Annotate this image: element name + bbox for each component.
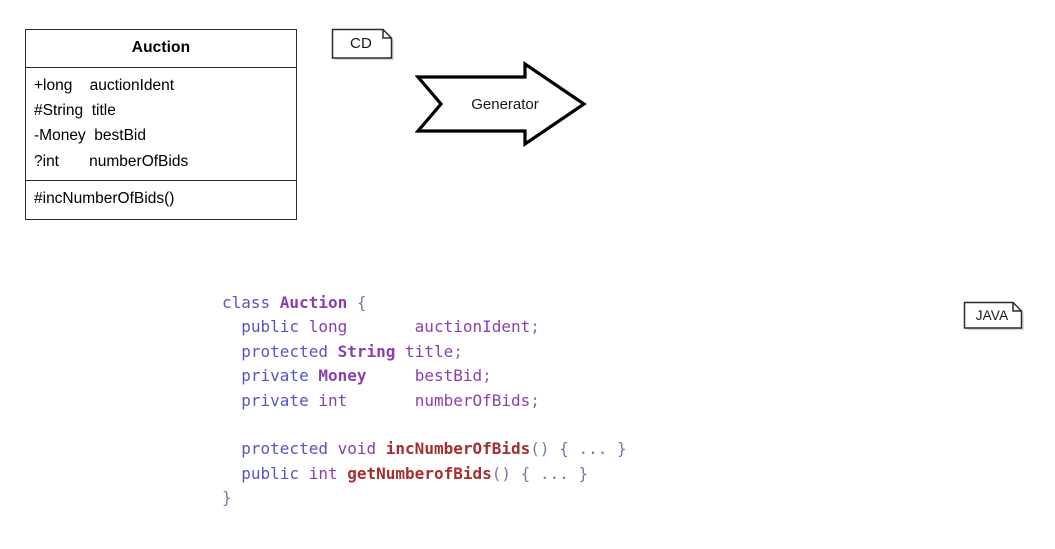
uml-attribute-row: -Money bestBid — [34, 127, 146, 145]
diagram-canvas: Auction +long auctionIdent #String title -… — [0, 0, 1055, 549]
code-token-class: Auction — [279, 293, 348, 312]
code-line: private Money bestBid; — [222, 364, 627, 388]
uml-attributes-compartment: +long auctionIdent #String title -Money be… — [26, 68, 296, 181]
code-token-type: void — [337, 439, 377, 459]
code-token-type: long — [308, 317, 348, 337]
java-code-listing: class Auction { public long auctionIdent… — [222, 291, 627, 511]
code-token-mod: protected — [241, 341, 328, 361]
uml-attribute-row: ?int numberOfBids — [34, 152, 189, 170]
code-token-method: incNumberOfBids — [385, 439, 531, 459]
source-model-badge: CD — [330, 27, 394, 61]
code-line: public int getNumberofBids() { ... } — [222, 462, 627, 486]
code-line: } — [222, 486, 627, 510]
uml-operations-compartment: #incNumberOfBids() — [26, 181, 296, 219]
code-token-ident: title — [405, 341, 454, 361]
code-token-ident: numberOfBids — [414, 390, 531, 410]
code-token-mod: private — [241, 390, 309, 410]
code-token-punct: } — [222, 488, 232, 508]
code-token-ident: bestBid — [414, 366, 483, 386]
code-token-punct: () { ... } — [530, 439, 627, 459]
code-token-punct: ; — [530, 317, 540, 337]
uml-attribute-row: +long auctionIdent — [34, 76, 175, 94]
code-line: protected void incNumberOfBids() { ... } — [222, 437, 627, 461]
uml-class-name: Auction — [26, 30, 296, 68]
code-token-punct: () { ... } — [491, 463, 589, 483]
target-language-badge: JAVA — [962, 300, 1024, 331]
code-line: class Auction { — [222, 291, 627, 315]
code-token-mod: private — [241, 366, 309, 386]
code-token-class: String — [337, 341, 396, 361]
code-token-punct: ; — [530, 390, 540, 410]
code-token-mod: protected — [241, 439, 328, 459]
uml-class-box: Auction +long auctionIdent #String title -… — [25, 29, 297, 221]
code-token-class: Money — [318, 366, 367, 386]
source-model-badge-label: CD — [349, 35, 373, 52]
generator-arrow: Generator — [415, 61, 587, 147]
code-token-ident: auctionIdent — [414, 317, 531, 337]
code-line: protected String title; — [222, 340, 627, 364]
code-line — [222, 413, 627, 437]
code-token-mod: public — [241, 463, 300, 483]
uml-operation-row: #incNumberOfBids() — [34, 190, 175, 208]
code-token-punct: ; — [453, 341, 463, 361]
code-token-punct: ; — [482, 366, 492, 386]
uml-attribute-row: #String title — [34, 101, 116, 119]
code-token-method: getNumberofBids — [347, 463, 492, 483]
code-line: private int numberOfBids; — [222, 389, 627, 413]
code-token-type: int — [318, 390, 348, 410]
code-token-mod: public — [241, 317, 300, 337]
code-line: public long auctionIdent; — [222, 315, 627, 339]
generator-arrow-label: Generator — [471, 95, 539, 113]
code-token-punct: { — [347, 293, 367, 312]
code-token-type: int — [308, 463, 338, 483]
code-token-mod: class — [222, 293, 280, 312]
target-language-badge-label: JAVA — [975, 307, 1009, 323]
